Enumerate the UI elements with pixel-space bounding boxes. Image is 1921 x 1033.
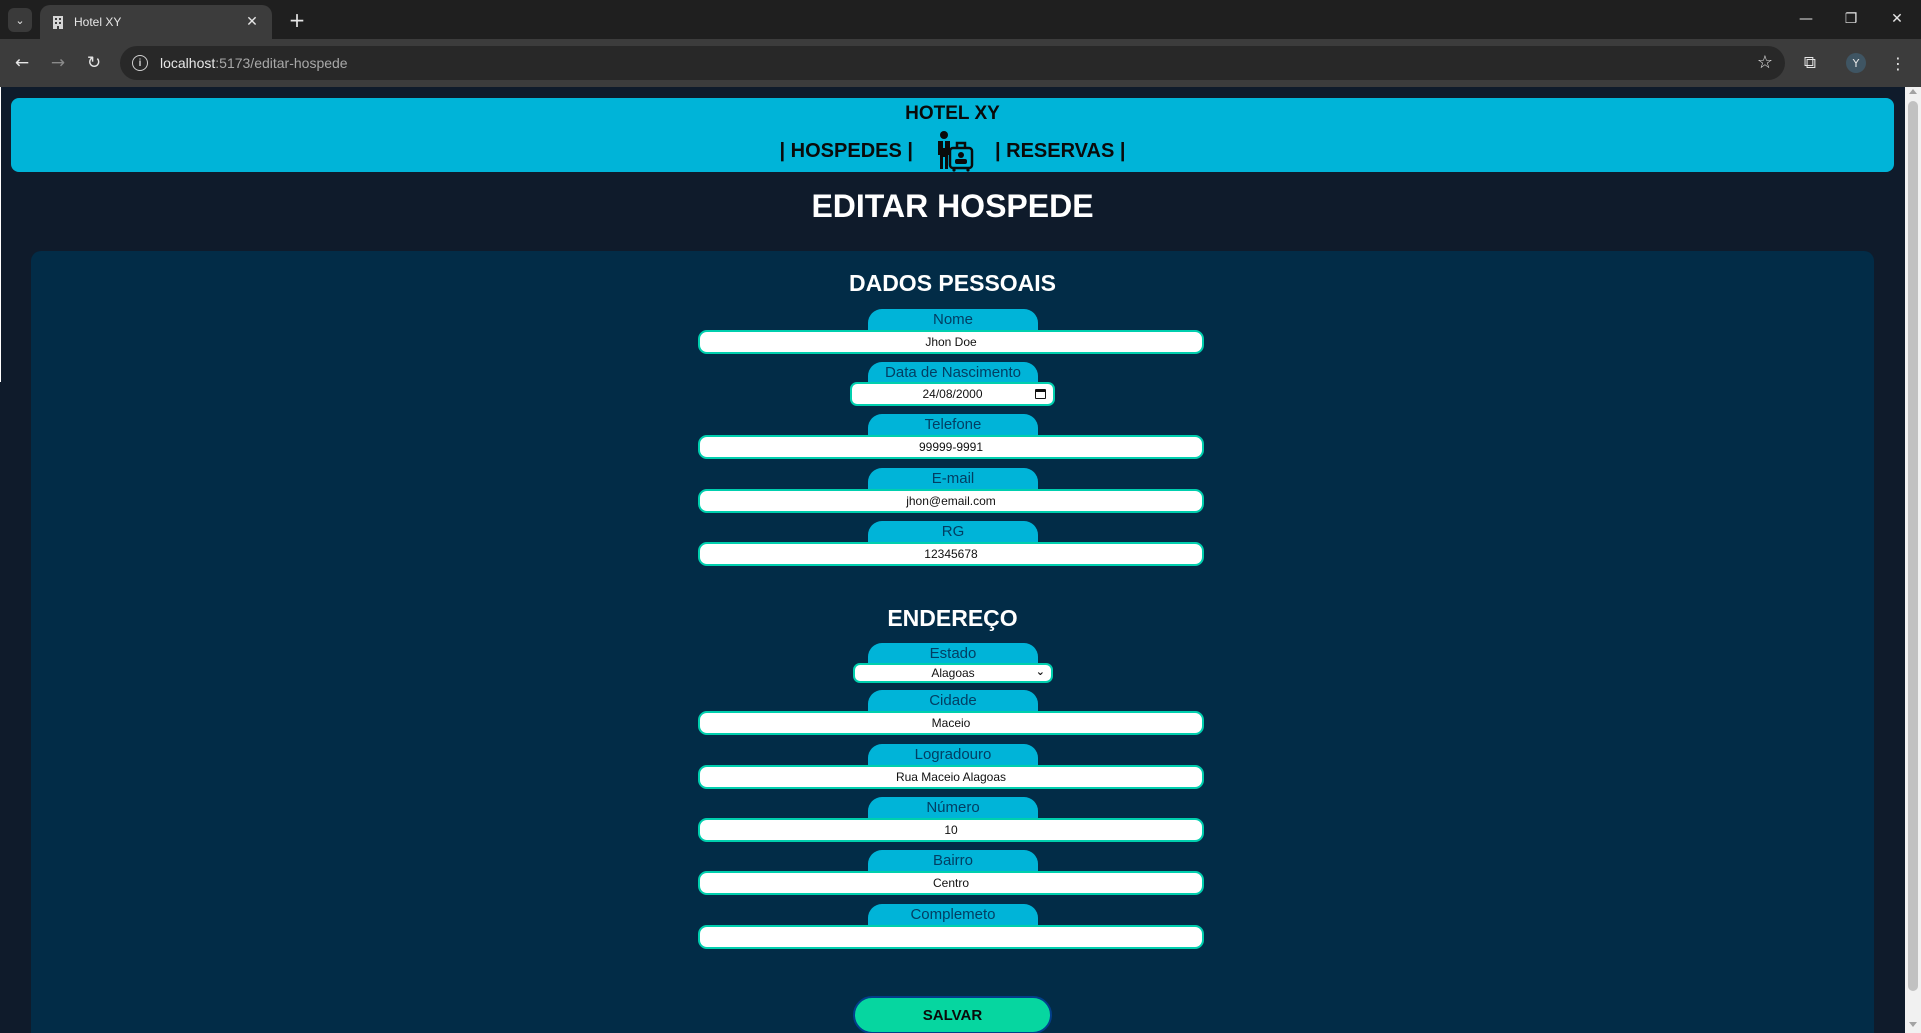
scrollbar-thumb[interactable]	[1908, 101, 1918, 991]
browser-menu-icon[interactable]: ⋮	[1886, 51, 1910, 75]
site-header: HOTEL XY | HOSPEDES | | RESERVAS |	[11, 98, 1894, 172]
browser-toolbar: ← → ↻ i localhost:5173/editar-hospede ☆ …	[0, 39, 1921, 87]
birthdate-input[interactable]: 24/08/2000	[850, 382, 1055, 406]
calendar-icon[interactable]	[1035, 389, 1046, 399]
phone-input[interactable]	[698, 435, 1204, 459]
street-label: Logradouro	[868, 744, 1038, 766]
profile-avatar[interactable]: Y	[1844, 51, 1868, 75]
hotel-favicon-icon	[52, 15, 64, 29]
tab-title: Hotel XY	[74, 15, 122, 29]
site-info-icon[interactable]: i	[132, 55, 148, 71]
reload-icon[interactable]: ↻	[82, 51, 106, 75]
close-window-icon[interactable]: ✕	[1882, 6, 1912, 32]
complement-label: Complemeto	[868, 904, 1038, 926]
restore-icon[interactable]: ❐	[1836, 6, 1866, 32]
page-viewport: HOTEL XY | HOSPEDES | | RESERVAS | EDITA…	[0, 87, 1905, 1033]
complement-input[interactable]	[698, 925, 1204, 949]
forward-icon[interactable]: →	[46, 51, 70, 75]
street-input[interactable]	[698, 765, 1204, 789]
state-select[interactable]: Alagoas ⌄	[853, 663, 1053, 683]
save-button[interactable]: SALVAR	[853, 996, 1052, 1033]
page-scrollbar[interactable]	[1905, 87, 1921, 1033]
number-label: Número	[868, 797, 1038, 819]
brand-title: HOTEL XY	[905, 103, 1000, 124]
new-tab-icon[interactable]: +	[285, 8, 309, 32]
email-input[interactable]	[698, 489, 1204, 513]
personal-data-heading: DADOS PESSOAIS	[848, 270, 1057, 296]
birthdate-label: Data de Nascimento	[868, 362, 1038, 384]
main-nav: | HOSPEDES | | RESERVAS |	[11, 130, 1894, 172]
city-label: Cidade	[868, 690, 1038, 712]
minimize-icon[interactable]: —	[1791, 6, 1821, 32]
back-icon[interactable]: ←	[10, 51, 34, 75]
nav-hospedes-link[interactable]: | HOSPEDES |	[780, 140, 913, 163]
district-input[interactable]	[698, 871, 1204, 895]
name-input[interactable]	[698, 330, 1204, 354]
email-label: E-mail	[868, 468, 1038, 490]
phone-label: Telefone	[868, 414, 1038, 436]
district-label: Bairro	[868, 850, 1038, 872]
scroll-up-icon[interactable]	[1909, 89, 1917, 94]
state-label: Estado	[868, 643, 1038, 665]
close-tab-icon[interactable]: ✕	[242, 12, 262, 32]
name-label: Nome	[868, 309, 1038, 331]
tab-search-icon[interactable]: ⌄	[8, 8, 32, 32]
state-selected-value: Alagoas	[931, 666, 975, 680]
birthdate-value: 24/08/2000	[922, 387, 983, 401]
browser-tab[interactable]: Hotel XY ✕	[40, 5, 272, 39]
page-title: EDITAR HOSPEDE	[811, 188, 1094, 224]
chevron-down-icon: ⌄	[1035, 665, 1045, 678]
rg-input[interactable]	[698, 542, 1204, 566]
city-input[interactable]	[698, 711, 1204, 735]
bookmark-star-icon[interactable]: ☆	[1757, 52, 1773, 73]
url-text: localhost:5173/editar-hospede	[160, 55, 348, 71]
browser-tab-bar: ⌄ Hotel XY ✕ + — ❐ ✕	[0, 0, 1921, 39]
nav-reservas-link[interactable]: | RESERVAS |	[995, 140, 1126, 163]
extensions-icon[interactable]: ⧉	[1798, 51, 1822, 75]
bellhop-luggage-icon[interactable]	[933, 130, 975, 172]
divider	[0, 87, 1, 382]
address-bar[interactable]: i localhost:5173/editar-hospede ☆	[120, 46, 1785, 80]
address-heading: ENDEREÇO	[887, 605, 1018, 631]
rg-label: RG	[868, 521, 1038, 543]
scroll-down-icon[interactable]	[1909, 1022, 1917, 1027]
number-input[interactable]	[698, 818, 1204, 842]
edit-guest-form: DADOS PESSOAIS Nome Data de Nascimento 2…	[31, 251, 1874, 1033]
